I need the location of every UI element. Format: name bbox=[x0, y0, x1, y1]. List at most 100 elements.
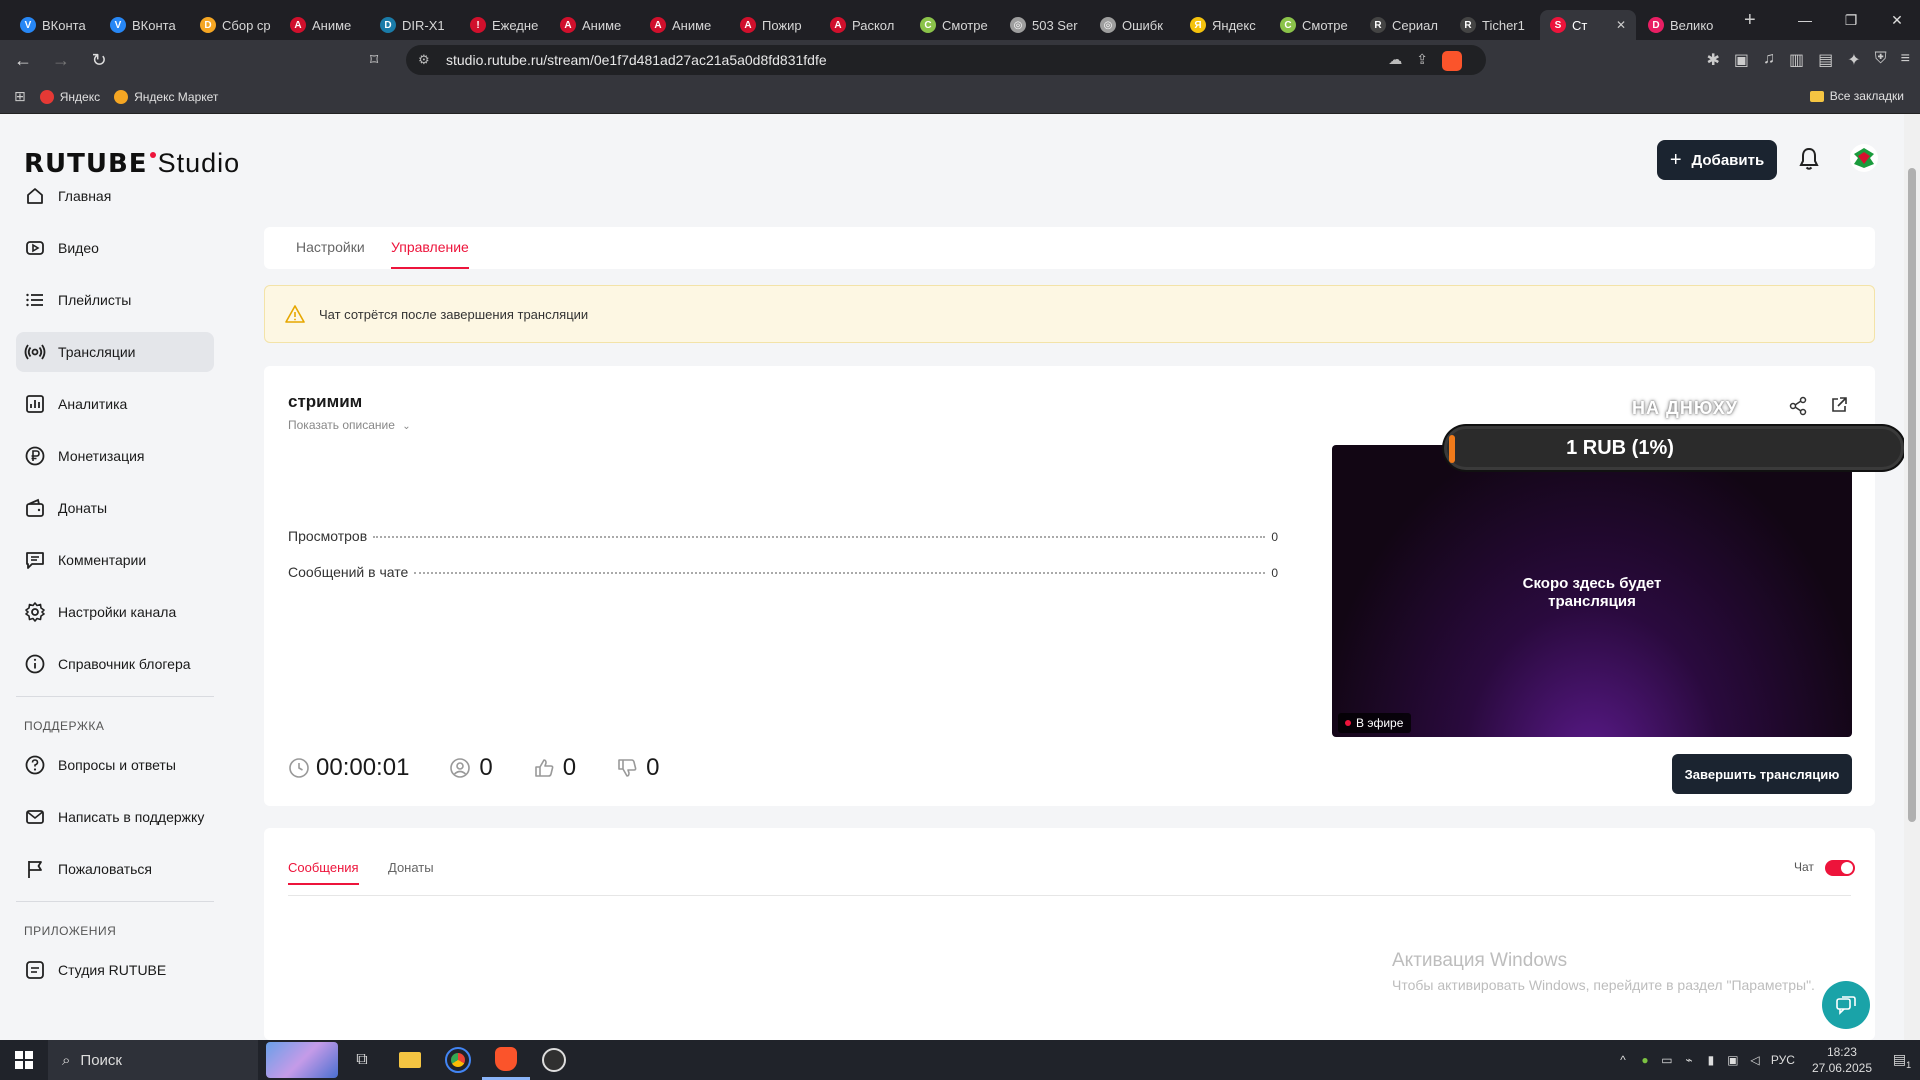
browser-tab[interactable]: R Ticher1 bbox=[1450, 10, 1538, 40]
bookmark-star-icon[interactable]: ⌑ bbox=[370, 50, 378, 70]
menu-icon[interactable]: ≡ bbox=[1901, 50, 1910, 70]
tray-expand-icon[interactable]: ^ bbox=[1612, 1053, 1634, 1067]
sidebar-item[interactable]: Вопросы и ответы bbox=[16, 745, 214, 785]
browser-tab[interactable]: ◎ Ошибк bbox=[1090, 10, 1178, 40]
brave-taskbar-icon[interactable] bbox=[482, 1040, 530, 1080]
browser-tab[interactable]: D Велико bbox=[1638, 10, 1726, 40]
sidebar-item-label: Монетизация bbox=[58, 448, 145, 464]
scrollbar-thumb[interactable] bbox=[1908, 168, 1916, 822]
url-bar[interactable]: ⚙ studio.rutube.ru/stream/0e1f7d481ad27a… bbox=[406, 45, 1486, 75]
sidebar-item[interactable]: Пожаловаться bbox=[16, 849, 214, 889]
browser-tab[interactable]: S Ст ✕ bbox=[1540, 10, 1636, 40]
new-tab-button[interactable]: + bbox=[1744, 9, 1756, 32]
apps-section-title: ПРИЛОЖЕНИЯ bbox=[24, 924, 117, 938]
share-page-icon[interactable]: ⇪ bbox=[1416, 51, 1428, 71]
stream-preview-player[interactable]: Скоро здесь будет трансляция В эфире bbox=[1332, 445, 1852, 737]
browser-tab[interactable]: С Смотре bbox=[910, 10, 998, 40]
tab-manage[interactable]: Управление bbox=[391, 239, 469, 269]
sidebar-item[interactable]: Написать в поддержку bbox=[16, 797, 214, 837]
obs-icon[interactable] bbox=[530, 1040, 578, 1080]
browser-tab[interactable]: A Аниме bbox=[550, 10, 638, 40]
install-icon[interactable]: ☁ bbox=[1388, 51, 1402, 71]
language-indicator[interactable]: РУС bbox=[1766, 1053, 1800, 1067]
search-highlight-image[interactable] bbox=[266, 1042, 338, 1078]
taskbar-clock[interactable]: 18:23 27.06.2025 bbox=[1812, 1044, 1872, 1076]
close-window-button[interactable]: ✕ bbox=[1874, 0, 1920, 40]
tray-device-icon[interactable]: ▭ bbox=[1656, 1053, 1678, 1067]
chrome-icon[interactable] bbox=[434, 1040, 482, 1080]
forward-button[interactable]: → bbox=[46, 50, 76, 71]
browser-tab[interactable]: A Аниме bbox=[640, 10, 728, 40]
notifications-bell-icon[interactable] bbox=[1797, 146, 1821, 172]
tab-settings[interactable]: Настройки bbox=[296, 239, 365, 255]
file-explorer-icon[interactable] bbox=[386, 1040, 434, 1080]
browser-tab[interactable]: ◎ 503 Ser bbox=[1000, 10, 1088, 40]
screenshot-icon[interactable]: ▣ bbox=[1734, 50, 1749, 70]
taskbar-search[interactable]: ⌕ Поиск bbox=[48, 1040, 258, 1080]
browser-tab[interactable]: Я Яндекс bbox=[1180, 10, 1268, 40]
wallet-icon[interactable]: ▤ bbox=[1818, 50, 1833, 70]
volume-icon[interactable]: ◁ bbox=[1744, 1053, 1766, 1067]
support-chat-button[interactable] bbox=[1822, 981, 1870, 1029]
show-description-toggle[interactable]: Показать описание ⌄ bbox=[288, 418, 411, 432]
browser-tab[interactable]: A Раскол bbox=[820, 10, 908, 40]
rutube-studio-logo[interactable]: RUTUBE Studio bbox=[24, 148, 240, 179]
sidebar-item[interactable]: Комментарии bbox=[16, 540, 214, 580]
browser-tab[interactable]: D Сбор ср bbox=[190, 10, 278, 40]
site-info-icon[interactable]: ⚙ bbox=[418, 52, 430, 68]
tray-app-icon[interactable]: ● bbox=[1634, 1053, 1656, 1067]
bookmark-yandex-market[interactable]: Яндекс Маркет bbox=[114, 89, 218, 104]
share-icon[interactable] bbox=[1788, 396, 1808, 416]
vpn-icon[interactable]: ⛨ bbox=[1875, 50, 1887, 70]
microphone-icon[interactable]: ▮ bbox=[1700, 1053, 1722, 1067]
sidebar-item[interactable]: Аналитика bbox=[16, 384, 214, 424]
minimize-button[interactable]: — bbox=[1782, 0, 1828, 40]
sidebar-item[interactable]: Плейлисты bbox=[16, 280, 214, 320]
sidebar-item-label: Пожаловаться bbox=[58, 861, 153, 877]
reload-button[interactable]: ↻ bbox=[84, 50, 114, 71]
media-icon[interactable]: ♫ bbox=[1763, 50, 1775, 70]
browser-tab[interactable]: D DIR-X1 bbox=[370, 10, 458, 40]
brave-shield-icon[interactable] bbox=[1442, 51, 1462, 71]
sidebar-item[interactable]: Трансляции bbox=[16, 332, 214, 372]
browser-tab[interactable]: V ВКонта bbox=[10, 10, 98, 40]
bookmark-yandex[interactable]: Яндекс bbox=[39, 89, 100, 104]
sidebar-item[interactable]: Главная bbox=[16, 176, 214, 216]
tab-donations[interactable]: Донаты bbox=[388, 860, 434, 875]
open-external-icon[interactable] bbox=[1830, 396, 1848, 414]
chat-toggle[interactable] bbox=[1825, 860, 1855, 876]
browser-tab[interactable]: R Сериал bbox=[1360, 10, 1448, 40]
sidebar-item[interactable]: Монетизация bbox=[16, 436, 214, 476]
add-button[interactable]: + Добавить bbox=[1657, 140, 1777, 180]
sidebar-item[interactable]: Видео bbox=[16, 228, 214, 268]
tab-favicon-icon: С bbox=[1280, 17, 1296, 33]
end-stream-button[interactable]: Завершить трансляцию bbox=[1672, 754, 1852, 794]
sidebar-item[interactable]: Настройки канала bbox=[16, 592, 214, 632]
notification-center-icon[interactable]: ▤1 bbox=[1884, 1051, 1920, 1070]
tray-network-off-icon[interactable]: ⌁ bbox=[1678, 1053, 1700, 1067]
extensions-icon[interactable]: ✱ bbox=[1706, 50, 1719, 70]
start-button[interactable] bbox=[0, 1040, 48, 1080]
browser-tab[interactable]: V ВКонта bbox=[100, 10, 188, 40]
sidebar-item[interactable]: Студия RUTUBE bbox=[16, 950, 214, 990]
all-bookmarks[interactable]: Все закладки bbox=[1809, 89, 1904, 103]
tab-messages[interactable]: Сообщения bbox=[288, 860, 359, 885]
sidebar-toggle-icon[interactable]: ▥ bbox=[1789, 50, 1804, 70]
browser-tab[interactable]: A Пожир bbox=[730, 10, 818, 40]
back-button[interactable]: ← bbox=[8, 50, 38, 71]
page-scrollbar[interactable] bbox=[1904, 114, 1920, 1040]
apps-grid-icon[interactable]: ⊞ bbox=[14, 88, 26, 105]
restore-button[interactable]: ❐ bbox=[1828, 0, 1874, 40]
sidebar-item[interactable]: Справочник блогера bbox=[16, 644, 214, 684]
yandex-market-icon bbox=[114, 89, 129, 104]
browser-tab[interactable]: ! Ежедне bbox=[460, 10, 548, 40]
user-avatar[interactable] bbox=[1850, 144, 1878, 172]
task-view-icon[interactable]: ⧉ bbox=[338, 1040, 386, 1080]
sidebar-item[interactable]: Донаты bbox=[16, 488, 214, 528]
leo-ai-icon[interactable]: ✦ bbox=[1847, 50, 1860, 70]
close-tab-icon[interactable]: ✕ bbox=[1616, 18, 1626, 32]
browser-tab[interactable]: С Смотре bbox=[1270, 10, 1358, 40]
browser-tab[interactable]: A Аниме bbox=[280, 10, 368, 40]
network-icon[interactable]: ▣ bbox=[1722, 1053, 1744, 1067]
url-text[interactable]: studio.rutube.ru/stream/0e1f7d481ad27ac2… bbox=[446, 52, 827, 68]
